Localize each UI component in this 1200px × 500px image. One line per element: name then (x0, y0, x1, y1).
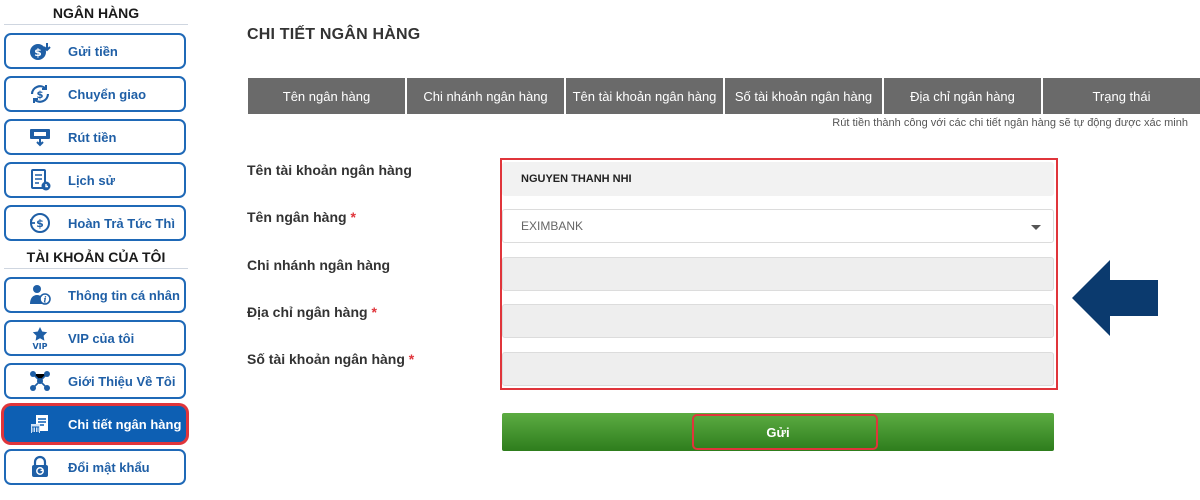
svg-text:i: i (43, 295, 46, 305)
svg-text:VIP: VIP (32, 342, 47, 350)
bank-name-select[interactable]: EXIMBANK (502, 209, 1054, 243)
sidebar-item-transfer[interactable]: $ Chuyển giao (4, 76, 186, 112)
vip-star-icon: VIP (28, 326, 52, 350)
sidebar-item-personal-info[interactable]: i Thông tin cá nhân (4, 277, 186, 313)
branch-label: Chi nhánh ngân hàng (247, 257, 391, 273)
address-label: Địa chỉ ngân hàng * (247, 304, 377, 320)
svg-text:$: $ (34, 46, 42, 59)
account-name-label: Tên tài khoản ngân hàng (247, 162, 412, 178)
svg-text:$: $ (36, 217, 44, 230)
bank-name-label: Tên ngân hàng * (247, 209, 356, 225)
transfer-icon: $ (28, 82, 52, 106)
sidebar-item-label: Rút tiền (68, 129, 117, 145)
sidebar-item-label: Thông tin cá nhân (68, 287, 180, 303)
account-number-input[interactable] (502, 352, 1054, 386)
sidebar-item-label: Gửi tiền (68, 43, 118, 59)
bank-details-icon (28, 412, 52, 436)
submit-highlight-box (692, 414, 878, 450)
sidebar-item-label: Đổi mật khẩu (68, 459, 150, 475)
page-title: CHI TIẾT NGÂN HÀNG (247, 26, 421, 43)
sidebar-item-vip[interactable]: VIP VIP của tôi (4, 320, 186, 356)
sidebar-item-instant-refund[interactable]: $ Hoàn Trả Tức Thì (4, 205, 186, 241)
bank-name-selected-value: EXIMBANK (521, 219, 584, 233)
column-header-address: Địa chỉ ngân hàng (884, 78, 1041, 114)
sidebar-item-label: Giới Thiệu Về Tôi (68, 373, 176, 389)
sidebar-item-label: VIP của tôi (68, 330, 135, 346)
section-title-bank: NGÂN HÀNG (4, 5, 188, 25)
sidebar-item-deposit[interactable]: $ Gửi tiền (4, 33, 186, 69)
section-title-account: TÀI KHOẢN CỦA TÔI (4, 249, 188, 269)
arrow-left-icon (1072, 260, 1160, 341)
sidebar-item-history[interactable]: Lịch sử (4, 162, 186, 198)
account-name-field: NGUYEN THANH NHI (502, 162, 1054, 196)
sidebar-item-change-password[interactable]: Đổi mật khẩu (4, 449, 186, 485)
sidebar-item-withdraw[interactable]: Rút tiền (4, 119, 186, 155)
referral-network-icon (28, 369, 52, 393)
personal-info-icon: i (28, 283, 52, 307)
withdraw-icon (28, 125, 52, 149)
sidebar-item-referral[interactable]: Giới Thiệu Về Tôi (4, 363, 186, 399)
branch-input[interactable] (502, 257, 1054, 291)
lock-refresh-icon (28, 455, 52, 479)
caret-down-icon (1031, 225, 1041, 230)
required-mark: * (350, 209, 356, 225)
svg-text:$: $ (37, 90, 44, 101)
money-bag-icon: $ (28, 39, 52, 63)
verification-note: Rút tiền thành công với các chi tiết ngâ… (832, 117, 1188, 129)
column-header-branch: Chi nhánh ngân hàng (407, 78, 564, 114)
required-mark: * (408, 351, 415, 367)
bank-table-header: Tên ngân hàng Chi nhánh ngân hàng Tên tà… (248, 78, 1200, 114)
sidebar-item-label: Chuyển giao (68, 86, 147, 102)
account-number-label: Số tài khoản ngân hàng * (247, 351, 415, 367)
sidebar: NGÂN HÀNG $ Gửi tiền $ Chuyển giao Rút t… (0, 0, 192, 500)
sidebar-item-label: Hoàn Trả Tức Thì (68, 215, 175, 231)
required-mark: * (371, 304, 377, 320)
sidebar-item-label: Chi tiết ngân hàng (68, 416, 182, 432)
column-header-bank-name: Tên ngân hàng (248, 78, 405, 114)
column-header-status: Trạng thái (1043, 78, 1200, 114)
instant-refund-icon: $ (28, 211, 52, 235)
sidebar-item-label: Lịch sử (68, 172, 115, 188)
column-header-account-number: Số tài khoản ngân hàng (725, 78, 882, 114)
column-header-account-name: Tên tài khoản ngân hàng (566, 78, 723, 114)
sidebar-item-bank-details[interactable]: Chi tiết ngân hàng (4, 406, 186, 442)
address-input[interactable] (502, 304, 1054, 338)
history-icon (28, 168, 52, 192)
